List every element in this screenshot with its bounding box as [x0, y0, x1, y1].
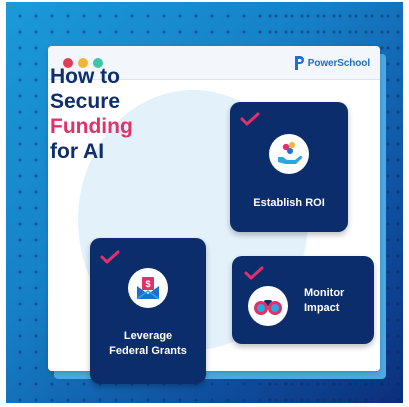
page-title: How to Secure Funding for AI [50, 64, 170, 164]
svg-text:$: $ [145, 279, 150, 289]
card-leverage-federal-grants: $ Leverage Federal Grants [90, 238, 206, 384]
envelope-dollar-icon: $ [136, 277, 160, 300]
card-label-line-1: Monitor [304, 287, 345, 299]
brand-name: PowerSchool [307, 57, 370, 69]
checkmark-icon [100, 250, 120, 264]
graphic-canvas: PowerSchool How to Secure Funding for AI… [6, 2, 403, 403]
brand-logo: PowerSchool [293, 55, 370, 71]
card-label: Monitor Impact [304, 286, 344, 316]
title-line-4: for AI [50, 140, 105, 163]
card-establish-roi: Establish ROI [230, 102, 348, 232]
hand-with-coins-icon [278, 142, 303, 164]
card-monitor-impact: Monitor Impact [232, 256, 374, 344]
icon-circle: $ [128, 268, 168, 308]
title-line-2: Secure [50, 90, 121, 113]
checkmark-icon [240, 112, 260, 126]
card-label: Leverage Federal Grants [90, 329, 206, 359]
card-label-line-1: Leverage [123, 330, 173, 342]
icon-circle [269, 134, 309, 174]
card-label-line-2: Impact [304, 302, 340, 314]
checkmark-icon [244, 266, 264, 280]
powerschool-logo-icon [294, 56, 304, 70]
card-label-line-2: Federal Grants [109, 345, 187, 357]
binoculars-icon [254, 300, 282, 315]
title-line-1: How to [50, 65, 120, 88]
icon-circle [248, 286, 288, 326]
title-line-3: Funding [50, 115, 133, 138]
card-label: Establish ROI [253, 197, 325, 209]
